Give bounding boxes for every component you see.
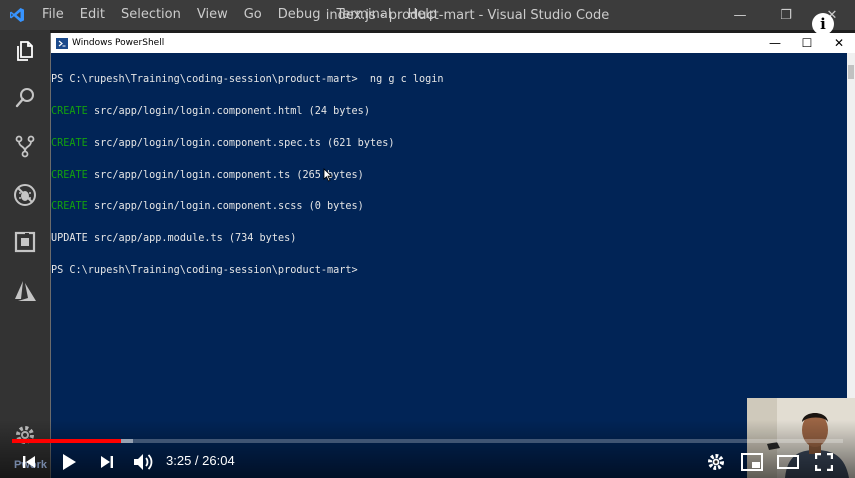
console-line: CREATE src/app/login/login.component.spe…: [51, 137, 395, 149]
azure-icon[interactable]: [10, 276, 40, 306]
powershell-window-controls: — ☐ ✕: [759, 33, 855, 53]
play-icon: [63, 454, 76, 470]
powershell-close-button[interactable]: ✕: [823, 33, 855, 53]
fullscreen-button[interactable]: [811, 450, 837, 474]
time-current: 3:25: [166, 453, 192, 468]
menu-file[interactable]: File: [34, 0, 72, 30]
search-icon[interactable]: [10, 83, 40, 113]
progress-played: [12, 439, 121, 443]
vscode-menubar: File Edit Selection View Go Debug Termin…: [34, 0, 445, 30]
menu-go[interactable]: Go: [236, 0, 270, 30]
powershell-console[interactable]: PS C:\rupesh\Training\coding-session\pro…: [51, 53, 847, 478]
skip-previous-icon: [23, 456, 35, 468]
vscode-logo-icon: [0, 0, 34, 30]
next-button[interactable]: [94, 450, 120, 474]
settings-button[interactable]: [703, 450, 729, 474]
menu-view[interactable]: View: [189, 0, 236, 30]
vscode-titlebar: File Edit Selection View Go Debug Termin…: [0, 0, 855, 30]
powershell-titlebar[interactable]: Windows PowerShell — ☐ ✕: [51, 33, 855, 53]
time-total: 26:04: [202, 453, 235, 468]
powershell-icon: [56, 37, 68, 49]
menu-debug[interactable]: Debug: [270, 0, 329, 30]
debug-icon[interactable]: [10, 180, 40, 210]
menu-help[interactable]: Help: [399, 0, 445, 30]
console-line: UPDATE src/app/app.module.ts (734 bytes): [51, 233, 297, 245]
console-line: CREATE src/app/login/login.component.htm…: [51, 105, 370, 117]
vscode-minimize-button[interactable]: —: [717, 0, 763, 30]
fullscreen-icon: [815, 453, 833, 471]
volume-icon: [134, 454, 153, 470]
powershell-maximize-button[interactable]: ☐: [791, 33, 823, 53]
skip-next-icon: [101, 456, 113, 468]
vscode-activity-bar: [0, 30, 50, 478]
explorer-icon[interactable]: [10, 36, 40, 66]
powershell-minimize-button[interactable]: —: [759, 33, 791, 53]
volume-button[interactable]: [130, 450, 156, 474]
vscode-restore-button[interactable]: ❐: [763, 0, 809, 30]
miniplayer-icon: [741, 453, 763, 471]
console-line: CREATE src/app/login/login.component.scs…: [51, 201, 364, 213]
menu-edit[interactable]: Edit: [72, 0, 113, 30]
mouse-cursor-icon: [323, 168, 333, 182]
console-line: CREATE src/app/login/login.component.ts …: [51, 169, 364, 181]
video-time: 3:25 / 26:04: [166, 453, 235, 468]
video-info-button[interactable]: i: [812, 13, 834, 35]
powershell-window[interactable]: Windows PowerShell — ☐ ✕ PS C:\rupesh\Tr…: [50, 33, 855, 478]
theater-mode-icon: [777, 455, 799, 469]
theater-mode-button[interactable]: [775, 450, 801, 474]
previous-button[interactable]: [16, 450, 42, 474]
scrollbar-thumb[interactable]: [848, 65, 854, 79]
menu-selection[interactable]: Selection: [113, 0, 189, 30]
console-prompt-line: PS C:\rupesh\Training\coding-session\pro…: [51, 264, 358, 276]
source-control-icon[interactable]: [10, 131, 40, 161]
play-button[interactable]: [56, 450, 82, 474]
settings-gear-icon: [708, 454, 724, 470]
powershell-title: Windows PowerShell: [72, 38, 165, 48]
console-line: PS C:\rupesh\Training\coding-session\pro…: [51, 74, 444, 86]
extensions-icon[interactable]: [10, 227, 40, 257]
miniplayer-button[interactable]: [739, 450, 765, 474]
vscode-window-controls: — ❐ ✕: [717, 0, 855, 30]
menu-terminal[interactable]: Terminal: [329, 0, 400, 30]
video-progress-bar[interactable]: [12, 439, 843, 443]
